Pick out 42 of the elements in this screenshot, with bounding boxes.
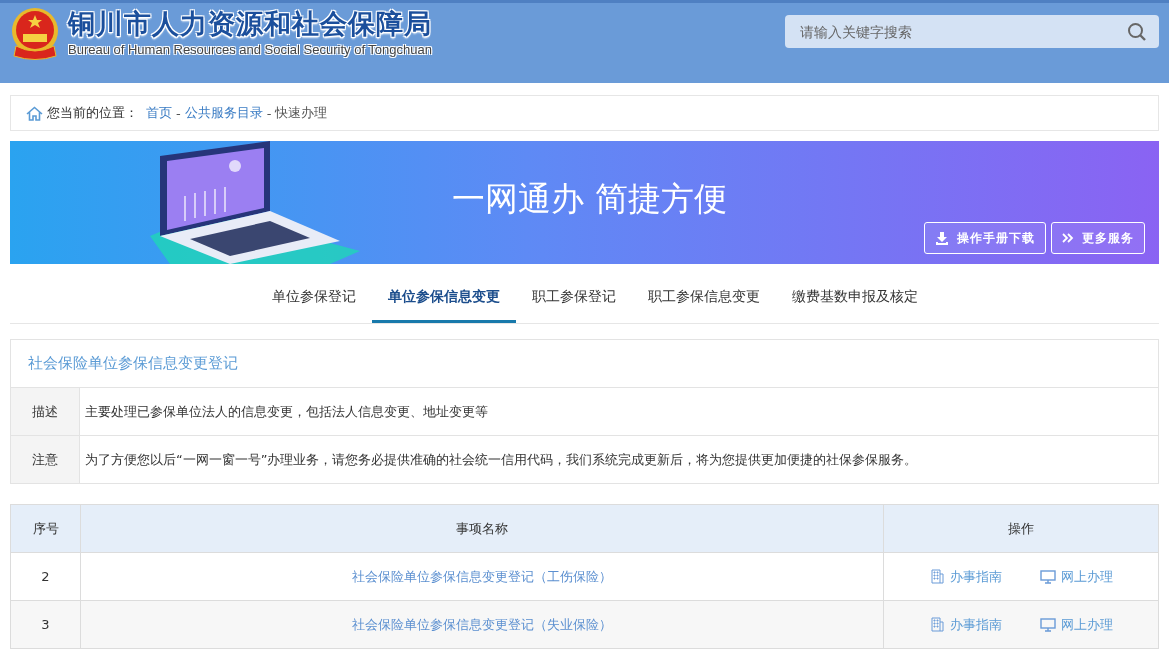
tab[interactable]: 职工参保登记 (515, 275, 632, 323)
column-header: 序号 (10, 504, 81, 553)
online-service-link[interactable]: 网上办理 (1039, 615, 1113, 634)
banner-slogan: 一网通办 简捷方便 (452, 178, 727, 220)
tab[interactable]: 单位参保登记 (255, 275, 372, 323)
breadcrumb-link[interactable]: 公共服务目录 (184, 104, 263, 122)
row-text: 主要处理已参保单位法人的信息变更，包括法人信息变更、地址变更等 (84, 402, 489, 421)
tab[interactable]: 单位参保信息变更 (371, 275, 516, 323)
search-field[interactable]: 请输入关键字搜索 (785, 15, 1159, 48)
guide-link[interactable]: 办事指南 (929, 567, 1002, 586)
service-link[interactable]: 社会保险单位参保信息变更登记（失业保险） (352, 616, 612, 632)
site-title: 铜川市人力资源和社会保障局 (68, 7, 432, 41)
location-label: 您当前的位置： (47, 104, 138, 122)
online-service-link[interactable]: 网上办理 (1039, 567, 1113, 586)
download-icon (935, 231, 949, 245)
row-text: 为了方便您以后“一网一窗一号”办理业务，请您务必提供准确的社会统一信用代码，我们系统完成更新后，将为您提供更加便捷的社保参保服务。 (84, 450, 919, 469)
column-header: 操作 (883, 504, 1159, 553)
breadcrumb-current: 快速办理 (275, 104, 328, 122)
service-link[interactable]: 社会保险单位参保信息变更登记（工伤保险） (352, 568, 612, 584)
double-chevron-icon (1062, 232, 1074, 244)
guide-link[interactable]: 办事指南 (929, 615, 1002, 634)
search-icon[interactable] (1127, 22, 1147, 42)
table-cell: 3 (10, 600, 81, 649)
tab[interactable]: 缴费基数申报及核定 (775, 275, 934, 323)
monitor-icon (1039, 617, 1056, 632)
section-title: 社会保险单位参保信息变更登记 (11, 340, 1158, 388)
emblem-icon (10, 6, 60, 61)
breadcrumb-separator: - (176, 105, 181, 121)
breadcrumb-separator: - (266, 105, 272, 121)
home-icon (26, 105, 43, 121)
building-icon (929, 617, 945, 632)
manual-download-button[interactable]: 操作手册下载 (924, 222, 1046, 254)
table-cell: 2 (10, 552, 81, 601)
row-label: 描述 (11, 388, 80, 435)
column-header: 事项名称 (80, 504, 884, 553)
row-label: 注意 (11, 436, 80, 483)
site-subtitle: Bureau of Human Resources and Social Security of Tongchuan (68, 42, 432, 57)
building-icon (929, 569, 945, 584)
breadcrumb-link[interactable]: 首页 (146, 104, 172, 122)
tab[interactable]: 职工参保信息变更 (631, 275, 776, 323)
monitor-icon (1039, 569, 1056, 584)
more-services-button[interactable]: 更多服务 (1051, 222, 1145, 254)
